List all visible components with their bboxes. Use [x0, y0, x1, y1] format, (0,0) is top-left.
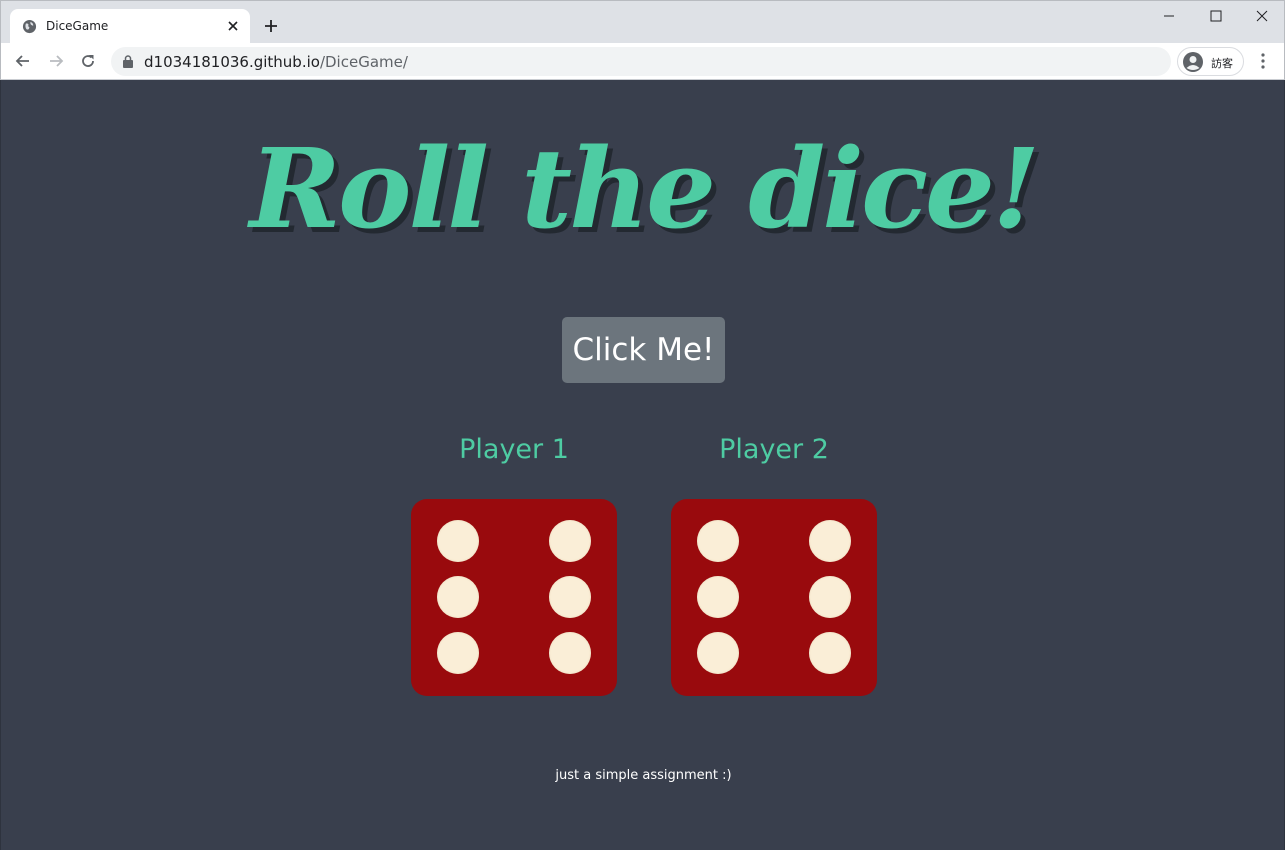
more-vert-icon[interactable] [1255, 51, 1271, 71]
address-bar[interactable]: d1034181036.github.io/DiceGame/ [111, 47, 1171, 76]
player-2-die [671, 499, 877, 696]
maximize-icon[interactable] [1208, 8, 1224, 24]
back-arrow-icon[interactable] [14, 52, 32, 70]
player-1-label: Player 1 [459, 434, 569, 465]
minimize-icon[interactable] [1161, 8, 1177, 24]
globe-icon [22, 19, 37, 34]
lock-icon [123, 55, 133, 68]
die-pip [437, 576, 479, 618]
die-pip [549, 632, 591, 674]
die-pip [697, 632, 739, 674]
die-pip [809, 632, 851, 674]
die-pip [549, 576, 591, 618]
die-pip [809, 576, 851, 618]
page-content: Roll the dice! Click Me! Player 1 Player… [0, 80, 1285, 850]
die-pip [809, 520, 851, 562]
account-icon [1183, 52, 1203, 72]
footer-text: just a simple assignment :) [555, 768, 732, 783]
player-1-die [411, 499, 617, 696]
reload-icon[interactable] [79, 52, 97, 70]
page-title: Roll the dice! [249, 124, 1041, 253]
profile-button[interactable]: 訪客 [1177, 47, 1244, 76]
browser-tab-bar: DiceGame [0, 0, 1285, 44]
player-2-label: Player 2 [719, 434, 829, 465]
window-close-icon[interactable] [1254, 8, 1270, 24]
close-icon[interactable] [224, 17, 242, 35]
roll-button[interactable]: Click Me! [562, 317, 725, 383]
die-pip [697, 576, 739, 618]
die-pip [437, 520, 479, 562]
forward-arrow-icon[interactable] [47, 52, 65, 70]
url-path: /DiceGame/ [319, 53, 408, 71]
die-pip [697, 520, 739, 562]
url-text: d1034181036.github.io/DiceGame/ [144, 53, 408, 71]
tab-title: DiceGame [46, 19, 109, 33]
die-pip [549, 520, 591, 562]
url-host: d1034181036.github.io [144, 53, 320, 71]
profile-label: 訪客 [1211, 58, 1233, 70]
browser-tab[interactable]: DiceGame [10, 9, 250, 44]
browser-toolbar: d1034181036.github.io/DiceGame/ 訪客 [0, 43, 1285, 80]
new-tab-icon[interactable] [263, 18, 279, 34]
die-pip [437, 632, 479, 674]
